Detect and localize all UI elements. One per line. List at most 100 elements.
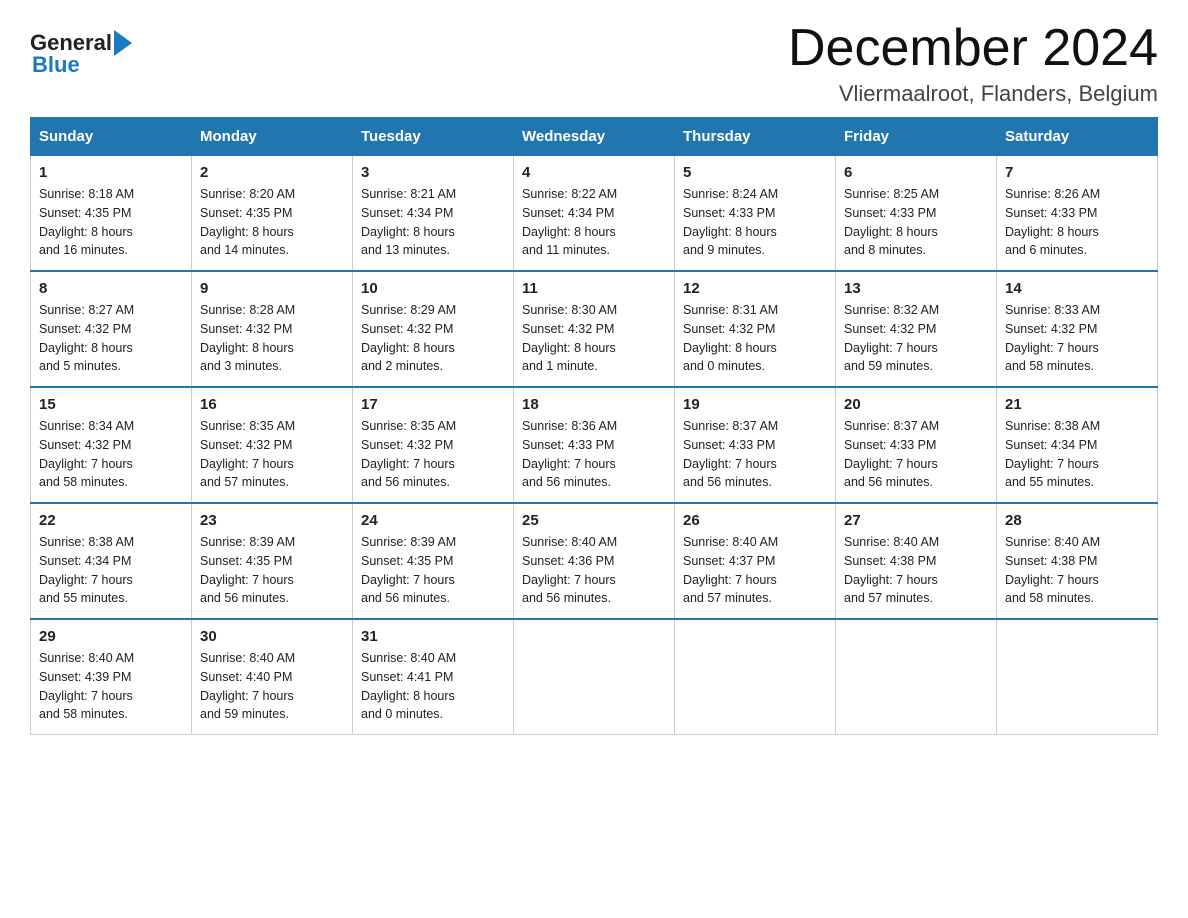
day-info: Sunrise: 8:40 AMSunset: 4:39 PMDaylight:…: [39, 649, 183, 724]
calendar-cell: 6Sunrise: 8:25 AMSunset: 4:33 PMDaylight…: [836, 156, 997, 272]
day-number: 9: [200, 280, 344, 297]
weekday-header-saturday: Saturday: [997, 118, 1158, 156]
day-info: Sunrise: 8:34 AMSunset: 4:32 PMDaylight:…: [39, 417, 183, 492]
day-number: 30: [200, 628, 344, 645]
day-number: 10: [361, 280, 505, 297]
calendar-table: SundayMondayTuesdayWednesdayThursdayFrid…: [30, 117, 1158, 735]
day-number: 29: [39, 628, 183, 645]
calendar-cell: [836, 619, 997, 735]
calendar-week-4: 22 Sunrise: 8:38 AMSunset: 4:34 PMDayligh…: [31, 503, 1158, 619]
calendar-cell: 30Sunrise: 8:40 AMSunset: 4:40 PMDayligh…: [192, 619, 353, 735]
calendar-cell: [514, 619, 675, 735]
calendar-cell: 22 Sunrise: 8:38 AMSunset: 4:34 PMDayligh…: [31, 503, 192, 619]
calendar-cell: 4 Sunrise: 8:22 AMSunset: 4:34 PMDaylight…: [514, 156, 675, 272]
day-info: Sunrise: 8:40 AMSunset: 4:38 PMDaylight:…: [844, 533, 988, 608]
day-info: Sunrise: 8:28 AMSunset: 4:32 PMDaylight:…: [200, 301, 344, 376]
weekday-header-tuesday: Tuesday: [353, 118, 514, 156]
day-number: 11: [522, 280, 666, 297]
calendar-cell: 7 Sunrise: 8:26 AMSunset: 4:33 PMDaylight…: [997, 156, 1158, 272]
day-info: Sunrise: 8:26 AMSunset: 4:33 PMDaylight:…: [1005, 185, 1149, 260]
day-number: 18: [522, 396, 666, 413]
calendar-cell: 8 Sunrise: 8:27 AMSunset: 4:32 PMDaylight…: [31, 271, 192, 387]
calendar-title: December 2024: [788, 20, 1158, 77]
title-block: December 2024 Vliermaalroot, Flanders, B…: [788, 20, 1158, 107]
day-info: Sunrise: 8:24 AMSunset: 4:33 PMDaylight:…: [683, 185, 827, 260]
day-info: Sunrise: 8:35 AMSunset: 4:32 PMDaylight:…: [361, 417, 505, 492]
day-info: Sunrise: 8:29 AMSunset: 4:32 PMDaylight:…: [361, 301, 505, 376]
calendar-cell: 26Sunrise: 8:40 AMSunset: 4:37 PMDayligh…: [675, 503, 836, 619]
weekday-header-sunday: Sunday: [31, 118, 192, 156]
day-number: 27: [844, 512, 988, 529]
calendar-cell: 28 Sunrise: 8:40 AMSunset: 4:38 PMDayligh…: [997, 503, 1158, 619]
day-info: Sunrise: 8:40 AMSunset: 4:37 PMDaylight:…: [683, 533, 827, 608]
page-header: General Blue December 2024 Vliermaalroot…: [30, 20, 1158, 107]
calendar-cell: 18Sunrise: 8:36 AMSunset: 4:33 PMDayligh…: [514, 387, 675, 503]
day-number: 12: [683, 280, 827, 297]
day-number: 28: [1005, 512, 1149, 529]
calendar-cell: 16 Sunrise: 8:35 AMSunset: 4:32 PMDayligh…: [192, 387, 353, 503]
calendar-subtitle: Vliermaalroot, Flanders, Belgium: [788, 81, 1158, 107]
day-number: 2: [200, 164, 344, 181]
day-number: 23: [200, 512, 344, 529]
weekday-header-monday: Monday: [192, 118, 353, 156]
day-info: Sunrise: 8:20 AMSunset: 4:35 PMDaylight:…: [200, 185, 344, 260]
day-number: 31: [361, 628, 505, 645]
day-info: Sunrise: 8:38 AMSunset: 4:34 PMDaylight:…: [1005, 417, 1149, 492]
day-number: 25: [522, 512, 666, 529]
calendar-week-3: 15 Sunrise: 8:34 AMSunset: 4:32 PMDayligh…: [31, 387, 1158, 503]
day-number: 13: [844, 280, 988, 297]
calendar-cell: 3 Sunrise: 8:21 AMSunset: 4:34 PMDaylight…: [353, 156, 514, 272]
calendar-cell: 27 Sunrise: 8:40 AMSunset: 4:38 PMDayligh…: [836, 503, 997, 619]
calendar-cell: 11Sunrise: 8:30 AMSunset: 4:32 PMDayligh…: [514, 271, 675, 387]
day-info: Sunrise: 8:32 AMSunset: 4:32 PMDaylight:…: [844, 301, 988, 376]
calendar-cell: 10 Sunrise: 8:29 AMSunset: 4:32 PMDayligh…: [353, 271, 514, 387]
day-info: Sunrise: 8:40 AMSunset: 4:41 PMDaylight:…: [361, 649, 505, 724]
calendar-cell: 5 Sunrise: 8:24 AMSunset: 4:33 PMDaylight…: [675, 156, 836, 272]
calendar-cell: 24Sunrise: 8:39 AMSunset: 4:35 PMDayligh…: [353, 503, 514, 619]
day-info: Sunrise: 8:21 AMSunset: 4:34 PMDaylight:…: [361, 185, 505, 260]
day-info: Sunrise: 8:38 AMSunset: 4:34 PMDaylight:…: [39, 533, 183, 608]
day-number: 1: [39, 164, 183, 181]
day-number: 4: [522, 164, 666, 181]
calendar-cell: 21 Sunrise: 8:38 AMSunset: 4:34 PMDayligh…: [997, 387, 1158, 503]
weekday-header-friday: Friday: [836, 118, 997, 156]
logo-blue-text: Blue: [32, 52, 80, 77]
day-info: Sunrise: 8:40 AMSunset: 4:36 PMDaylight:…: [522, 533, 666, 608]
calendar-cell: 31 Sunrise: 8:40 AMSunset: 4:41 PMDayligh…: [353, 619, 514, 735]
calendar-cell: 9 Sunrise: 8:28 AMSunset: 4:32 PMDaylight…: [192, 271, 353, 387]
day-info: Sunrise: 8:40 AMSunset: 4:38 PMDaylight:…: [1005, 533, 1149, 608]
day-number: 6: [844, 164, 988, 181]
calendar-cell: 12Sunrise: 8:31 AMSunset: 4:32 PMDayligh…: [675, 271, 836, 387]
day-info: Sunrise: 8:33 AMSunset: 4:32 PMDaylight:…: [1005, 301, 1149, 376]
day-info: Sunrise: 8:18 AMSunset: 4:35 PMDaylight:…: [39, 185, 183, 260]
calendar-week-1: 1 Sunrise: 8:18 AMSunset: 4:35 PMDaylight…: [31, 156, 1158, 272]
calendar-cell: 23Sunrise: 8:39 AMSunset: 4:35 PMDayligh…: [192, 503, 353, 619]
day-number: 8: [39, 280, 183, 297]
calendar-cell: 20Sunrise: 8:37 AMSunset: 4:33 PMDayligh…: [836, 387, 997, 503]
day-number: 14: [1005, 280, 1149, 297]
day-number: 15: [39, 396, 183, 413]
day-number: 16: [200, 396, 344, 413]
day-info: Sunrise: 8:35 AMSunset: 4:32 PMDaylight:…: [200, 417, 344, 492]
logo: General Blue: [30, 30, 134, 78]
calendar-cell: 2 Sunrise: 8:20 AMSunset: 4:35 PMDaylight…: [192, 156, 353, 272]
calendar-week-5: 29 Sunrise: 8:40 AMSunset: 4:39 PMDayligh…: [31, 619, 1158, 735]
calendar-cell: 15 Sunrise: 8:34 AMSunset: 4:32 PMDayligh…: [31, 387, 192, 503]
calendar-cell: 29 Sunrise: 8:40 AMSunset: 4:39 PMDayligh…: [31, 619, 192, 735]
weekday-header-row: SundayMondayTuesdayWednesdayThursdayFrid…: [31, 118, 1158, 156]
day-number: 3: [361, 164, 505, 181]
logo-arrow-icon: [114, 30, 132, 56]
day-number: 5: [683, 164, 827, 181]
day-info: Sunrise: 8:22 AMSunset: 4:34 PMDaylight:…: [522, 185, 666, 260]
calendar-cell: 17Sunrise: 8:35 AMSunset: 4:32 PMDayligh…: [353, 387, 514, 503]
day-info: Sunrise: 8:27 AMSunset: 4:32 PMDaylight:…: [39, 301, 183, 376]
day-info: Sunrise: 8:37 AMSunset: 4:33 PMDaylight:…: [683, 417, 827, 492]
day-number: 7: [1005, 164, 1149, 181]
day-number: 21: [1005, 396, 1149, 413]
calendar-cell: 1 Sunrise: 8:18 AMSunset: 4:35 PMDaylight…: [31, 156, 192, 272]
day-number: 22: [39, 512, 183, 529]
calendar-week-2: 8 Sunrise: 8:27 AMSunset: 4:32 PMDaylight…: [31, 271, 1158, 387]
weekday-header-thursday: Thursday: [675, 118, 836, 156]
day-info: Sunrise: 8:37 AMSunset: 4:33 PMDaylight:…: [844, 417, 988, 492]
weekday-header-wednesday: Wednesday: [514, 118, 675, 156]
